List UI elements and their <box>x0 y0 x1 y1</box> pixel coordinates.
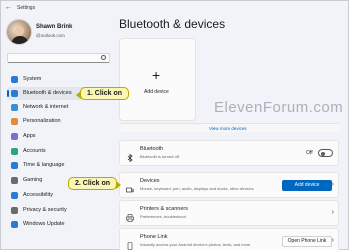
callout-step-1: 1. Click on <box>75 87 130 100</box>
sidebar-item-label: Network & internet <box>23 104 69 110</box>
system-icon <box>11 76 18 83</box>
search-icon <box>101 55 106 60</box>
plus-icon: + <box>152 67 161 83</box>
printer-icon <box>126 209 134 222</box>
sidebar-item-time-language[interactable]: Time & language <box>7 159 110 172</box>
sidebar-item-label: Personalization <box>23 118 61 124</box>
sidebar-item-accounts[interactable]: Accounts <box>7 145 110 158</box>
sidebar-item-network[interactable]: Network & internet <box>7 101 110 114</box>
callout-step-2: 2. Click on <box>68 177 122 190</box>
bluetooth-toggle[interactable] <box>318 149 333 157</box>
sidebar-item-personalization[interactable]: Personalization <box>7 115 110 128</box>
gaming-icon <box>11 177 18 184</box>
phone-link-subtitle: Instantly access your Android device's p… <box>140 242 251 247</box>
sidebar-item-apps[interactable]: Apps <box>7 130 110 143</box>
view-more-devices-link[interactable]: View more devices <box>209 126 247 131</box>
bluetooth-icon <box>11 90 18 97</box>
printers-scanners-row[interactable]: Printers & scanners Preferences, trouble… <box>119 200 339 226</box>
sidebar-item-label: Privacy & security <box>23 207 67 213</box>
bluetooth-title: Bluetooth <box>140 146 164 152</box>
chevron-right-icon: › <box>331 209 334 216</box>
phone-icon <box>126 237 134 250</box>
apps-icon <box>11 133 18 140</box>
bluetooth-subtitle: Bluetooth is turned off <box>140 154 179 159</box>
page-title: Bluetooth & devices <box>119 17 226 31</box>
phone-link-row[interactable]: Phone Link Instantly access your Android… <box>119 228 339 250</box>
personalization-icon <box>11 118 18 125</box>
sidebar-item-system[interactable]: System <box>7 73 110 86</box>
printers-subtitle: Preferences, troubleshoot <box>140 214 186 219</box>
sidebar-item-windows-update[interactable]: Windows Update <box>7 218 110 231</box>
sidebar-item-label: Gaming <box>23 177 43 183</box>
chevron-right-icon: › <box>331 181 334 188</box>
printers-title: Printers & scanners <box>140 206 188 212</box>
windows-update-icon <box>11 221 18 228</box>
settings-window: ← Settings Shawn Brink @outlook.com Syst… <box>0 0 349 250</box>
sidebar-item-label: Windows Update <box>23 221 65 227</box>
view-more-bar: View more devices <box>119 123 339 132</box>
shield-icon <box>11 207 18 214</box>
sidebar-item-accessibility[interactable]: Accessibility <box>7 189 110 202</box>
bluetooth-icon <box>126 149 134 163</box>
time-language-icon <box>11 162 18 169</box>
add-device-button[interactable]: Add device <box>282 180 332 191</box>
back-arrow-icon[interactable]: ← <box>5 4 12 11</box>
network-icon <box>11 104 18 111</box>
avatar <box>6 19 32 45</box>
search-input[interactable] <box>7 53 110 63</box>
title-bar: ← Settings <box>1 1 349 15</box>
sidebar-item-label: Time & language <box>23 162 65 168</box>
user-name: Shawn Brink <box>36 24 73 30</box>
devices-title: Devices <box>140 178 160 184</box>
add-device-card[interactable]: + Add device <box>119 38 196 121</box>
sidebar-item-label: System <box>23 76 42 82</box>
open-phone-link-button[interactable]: Open Phone Link <box>282 236 332 247</box>
sidebar-item-label: Apps <box>23 133 36 139</box>
accessibility-icon <box>11 192 18 199</box>
chevron-right-icon: › <box>331 237 334 244</box>
user-email: @outlook.com <box>36 33 65 38</box>
sidebar-item-label: Accounts <box>23 148 46 154</box>
accounts-icon <box>11 148 18 155</box>
devices-row[interactable]: Devices Mouse, keyboard, pen, audio, dis… <box>119 172 339 198</box>
phone-link-title: Phone Link <box>140 234 168 240</box>
window-title: Settings <box>17 5 36 11</box>
bluetooth-toggle-label: Off <box>306 150 313 156</box>
keyboard-mouse-icon <box>126 181 134 193</box>
sidebar-item-privacy-security[interactable]: Privacy & security <box>7 204 110 217</box>
sidebar-item-label: Accessibility <box>23 192 53 198</box>
add-device-label: Add device <box>144 89 169 95</box>
bluetooth-row: Bluetooth Bluetooth is turned off Off <box>119 140 339 166</box>
watermark: ElevenForum.com <box>214 99 344 116</box>
devices-subtitle: Mouse, keyboard, pen, audio, displays an… <box>140 186 254 191</box>
sidebar-item-label: Bluetooth & devices <box>23 90 72 96</box>
